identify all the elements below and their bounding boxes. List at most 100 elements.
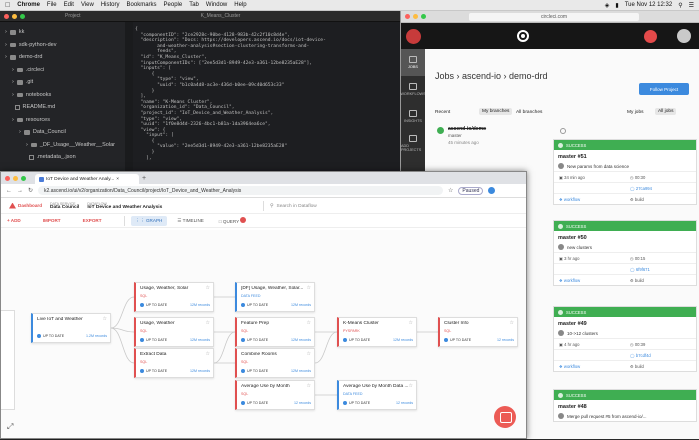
wifi-icon[interactable]: ◈ [605, 2, 610, 9]
expand-icon[interactable]: ⤢ [7, 422, 13, 432]
dataflow-search[interactable]: ⚲ Search in Dataflow [263, 201, 513, 211]
circleci-url[interactable]: circleci.com [469, 12, 639, 21]
job-commit-link[interactable]: ◯ 27ca994 [625, 182, 696, 193]
disclosure-chevron-icon[interactable]: › [5, 42, 7, 48]
nav-workflows[interactable]: WORKFLOWS [400, 76, 426, 103]
follow-project-button[interactable]: Follow Project [639, 83, 689, 95]
project-tree-item[interactable]: › Data_Council [0, 126, 125, 139]
minimize-window-icon[interactable] [12, 13, 17, 19]
menubar-app-name[interactable]: Chrome [17, 2, 40, 8]
timeline-view-tab[interactable]: ☰ TIMELINE [172, 216, 209, 226]
disclosure-chevron-icon[interactable]: › [12, 117, 14, 123]
disclosure-chevron-icon[interactable]: › [5, 54, 7, 60]
project-tree-item[interactable]: › notebooks [0, 89, 125, 102]
job-title[interactable]: master #48 [554, 400, 696, 411]
dataflow-node[interactable]: Live IoT and Weather ☆ UP TO DATE 1.2M reco… [31, 313, 111, 343]
star-icon[interactable]: ☆ [307, 320, 311, 326]
star-icon[interactable]: ☆ [409, 383, 413, 389]
project-tree-item[interactable]: .metadata_.json [0, 151, 125, 164]
all-branches-toggle[interactable]: All branches [516, 110, 542, 115]
recent-project-name[interactable]: ascend-io/demo [448, 126, 486, 132]
data-service-selector[interactable]: DATA SERVICE Data Council [50, 202, 79, 210]
minimize-window-icon[interactable] [413, 14, 418, 19]
reload-icon[interactable]: ↻ [28, 187, 33, 194]
import-button[interactable]: IMPORT [43, 218, 61, 223]
notifications-icon[interactable]: ☰ [689, 2, 694, 9]
dataflow-selector[interactable]: DATAFLOW IoT Device and Weather Analysis [87, 202, 162, 210]
query-view-tab[interactable]: □ QUERY [214, 215, 252, 226]
project-tree-item[interactable]: › kk [0, 26, 125, 39]
menubar-clock[interactable]: Tue Nov 12 12:32 [625, 2, 672, 8]
minimize-window-icon[interactable] [13, 175, 18, 181]
my-branches-toggle[interactable]: My branches [479, 108, 513, 115]
project-tree-item[interactable]: › _DF_Usage__Weather__Solar [0, 139, 125, 152]
add-button[interactable]: + ADD [7, 218, 21, 223]
project-tree-item[interactable]: › .git [0, 76, 125, 89]
job-workflow-link[interactable]: ❖ workflow [554, 193, 625, 204]
job-card[interactable]: SUCCESS master #49 10->12 clusters ▣ 4 hr a… [553, 306, 697, 372]
disclosure-chevron-icon[interactable]: › [12, 79, 14, 85]
job-card[interactable]: SUCCESS master #48 Merge pull request #5 f… [553, 389, 697, 422]
menu-tab[interactable]: Tab [189, 2, 199, 8]
gear-icon[interactable] [560, 128, 566, 134]
recent-project-item[interactable]: ascend-io/demo master 45 minutes ago [435, 123, 570, 153]
graph-view-tab[interactable]: ⋮⋮ GRAPH [130, 215, 168, 226]
dataflow-node[interactable]: Combine Rooms ☆ SQL UP TO DATE 12M records [235, 348, 315, 378]
dataflow-node[interactable]: Average Use by Month ☆ SQL UP TO DATE 12 rec… [235, 380, 315, 410]
zoom-window-icon[interactable] [20, 13, 25, 19]
dataflow-node[interactable]: Cluster Info ☆ SQL UP TO DATE 12 records [438, 317, 518, 347]
dataflow-node[interactable]: Usage, Weather, Solar ☆ SQL UP TO DATE 12M r… [134, 282, 214, 312]
dataflow-node[interactable]: K-Means Cluster ☆ PYSPARK UP TO DATE 12M rec… [337, 317, 417, 347]
disclosure-chevron-icon[interactable]: › [12, 67, 14, 73]
star-icon[interactable]: ☆ [206, 285, 210, 291]
menu-bookmarks[interactable]: Bookmarks [127, 2, 157, 8]
job-card[interactable]: SUCCESS master #51 New params from data sc… [553, 139, 697, 205]
job-workflow-link[interactable]: ❖ workflow [554, 360, 625, 371]
job-workflow-link[interactable]: ❖ workflow [554, 274, 625, 285]
circleci-logo-icon[interactable] [517, 30, 529, 42]
menu-people[interactable]: People [164, 2, 183, 8]
star-icon[interactable]: ☆ [103, 316, 107, 322]
nav-jobs[interactable]: JOBS [401, 49, 425, 76]
close-tab-icon[interactable]: × [116, 177, 119, 182]
close-window-icon[interactable] [4, 13, 9, 19]
menu-history[interactable]: History [101, 2, 120, 8]
dataflow-graph-canvas[interactable]: ⤢ Live IoT and Weather ☆ UP TO DATE 1.2M re… [1, 230, 526, 438]
org-avatar[interactable] [406, 28, 421, 44]
menu-view[interactable]: View [81, 2, 94, 8]
dataflow-node[interactable]: [DF] Usage, Weather, Solar... ☆ DATA FEED U… [235, 282, 315, 312]
project-tree-item[interactable]: › .circleci [0, 64, 125, 77]
menu-file[interactable]: File [47, 2, 57, 8]
zoom-window-icon[interactable] [21, 175, 26, 181]
dataflow-node[interactable]: Extract Data ☆ SQL UP TO DATE 12M records [134, 348, 214, 378]
star-icon[interactable]: ☆ [307, 285, 311, 291]
disclosure-chevron-icon[interactable]: › [19, 129, 21, 135]
menu-help[interactable]: Help [234, 2, 246, 8]
dataflow-node[interactable]: Feature Prep ☆ SQL UP TO DATE 12M records [235, 317, 315, 347]
my-jobs-toggle[interactable]: My jobs [627, 110, 644, 115]
recent-dropdown[interactable]: Recent [435, 110, 450, 115]
job-title[interactable]: master #51 [554, 150, 696, 161]
dataflow-node[interactable]: Usage, Weather ☆ SQL UP TO DATE 12M records [134, 317, 214, 347]
forward-icon[interactable]: → [17, 188, 23, 194]
paused-badge[interactable]: Paused [458, 186, 484, 195]
close-window-icon[interactable] [5, 175, 10, 181]
project-tree-item[interactable]: README.md [0, 101, 125, 114]
star-icon[interactable]: ☆ [206, 320, 210, 326]
back-icon[interactable]: ← [6, 188, 12, 194]
job-title[interactable]: master #49 [554, 317, 696, 328]
battery-icon[interactable]: ▮ [615, 2, 618, 9]
star-icon[interactable]: ☆ [206, 351, 210, 357]
spotlight-icon[interactable]: ⚲ [678, 2, 682, 9]
profile-avatar[interactable] [488, 187, 496, 194]
bookmark-star-icon[interactable]: ☆ [448, 187, 453, 194]
job-commit-link[interactable]: ◯ b7cdf4d [625, 349, 696, 360]
dataflow-node[interactable]: Average Use by Month Data ... ☆ DATA FEED U… [337, 380, 417, 410]
star-icon[interactable]: ☆ [307, 351, 311, 357]
disclosure-chevron-icon[interactable]: › [12, 92, 14, 98]
status-clock-icon[interactable] [644, 29, 657, 43]
disclosure-chevron-icon[interactable]: › [5, 29, 7, 35]
zoom-window-icon[interactable] [421, 14, 426, 19]
dashboard-link[interactable]: Dashboard [9, 202, 42, 209]
project-tree-item[interactable]: › resources [0, 114, 125, 127]
